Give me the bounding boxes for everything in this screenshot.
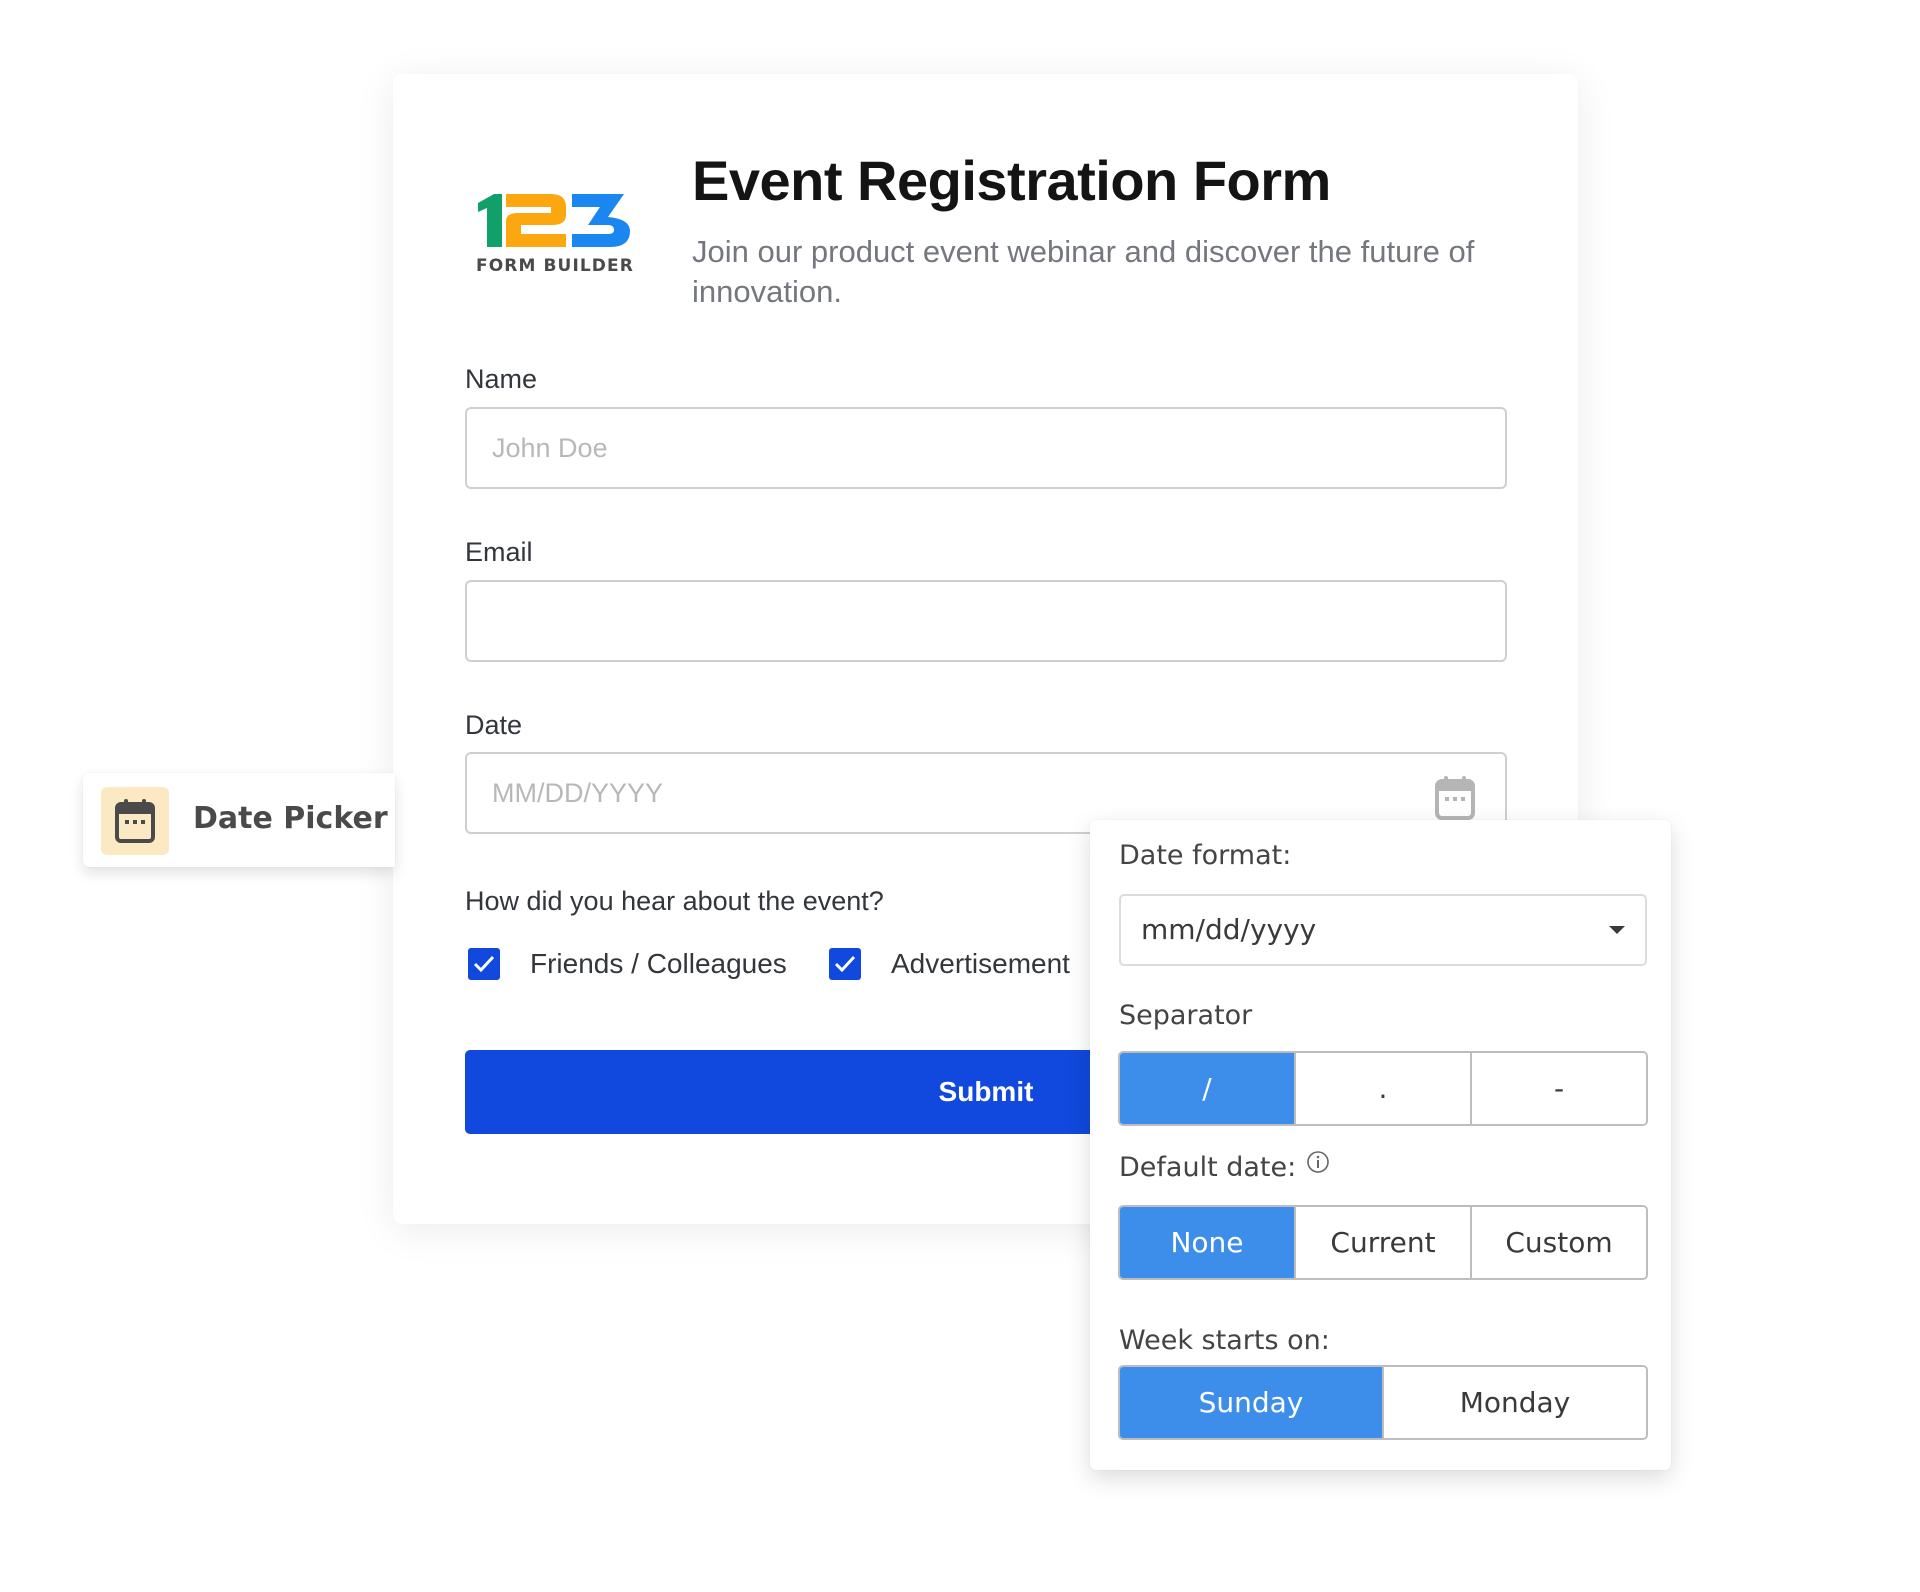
checkbox-label: Advertisement — [891, 948, 1070, 979]
chevron-down-icon — [1609, 926, 1625, 934]
logo-wordmark: FORM BUILDER — [476, 256, 634, 276]
date-picker-label: Date Picker — [193, 801, 388, 836]
separator-label: Separator — [1119, 1000, 1253, 1031]
week-start-option-sunday[interactable]: Sunday — [1120, 1367, 1382, 1438]
date-placeholder: MM/DD/YYYY — [492, 778, 664, 808]
date-format-value: mm/dd/yyyy — [1141, 913, 1317, 946]
date-format-label: Date format: — [1119, 840, 1292, 871]
checkbox-advertisement[interactable]: Advertisement — [829, 948, 1070, 980]
email-label: Email — [465, 537, 533, 567]
checkbox-checked[interactable] — [468, 948, 500, 980]
date-format-select[interactable]: mm/dd/yyyy — [1119, 894, 1647, 966]
form-builder-logo: FORM BUILDER — [476, 193, 634, 277]
info-icon[interactable] — [1306, 1150, 1330, 1179]
default-date-segmented-control: None Current Custom — [1118, 1205, 1648, 1280]
page-title: Event Registration Form — [692, 149, 1331, 212]
default-date-option-current[interactable]: Current — [1294, 1207, 1470, 1278]
separator-option-dash[interactable]: - — [1470, 1053, 1646, 1124]
separator-option-slash[interactable]: / — [1120, 1053, 1294, 1124]
default-date-option-none[interactable]: None — [1120, 1207, 1294, 1278]
date-label: Date — [465, 710, 523, 740]
week-start-label: Week starts on: — [1119, 1325, 1330, 1356]
separator-segmented-control: / . - — [1118, 1051, 1648, 1126]
question-label: How did you hear about the event? — [465, 886, 884, 916]
name-placeholder: John Doe — [492, 433, 608, 463]
calendar-icon — [101, 787, 169, 855]
name-label: Name — [465, 364, 538, 394]
checkbox-checked[interactable] — [829, 948, 861, 980]
checkbox-friends-colleagues[interactable]: Friends / Colleagues — [468, 948, 787, 980]
email-input[interactable] — [465, 580, 1507, 662]
separator-option-dot[interactable]: . — [1294, 1053, 1470, 1124]
date-picker-field-tag[interactable]: Date Picker — [83, 773, 395, 867]
logo-123-icon — [478, 194, 630, 247]
checkbox-label: Friends / Colleagues — [530, 948, 787, 979]
week-start-option-monday[interactable]: Monday — [1382, 1367, 1646, 1438]
week-start-segmented-control: Sunday Monday — [1118, 1365, 1648, 1440]
default-date-label: Default date: — [1119, 1152, 1297, 1183]
name-input[interactable]: John Doe — [465, 407, 1507, 489]
checkmark-icon — [473, 955, 495, 973]
checkmark-icon — [834, 955, 856, 973]
default-date-option-custom[interactable]: Custom — [1470, 1207, 1646, 1278]
date-settings-popover: Date format: mm/dd/yyyy Separator / . - … — [1090, 820, 1671, 1470]
page-subtitle: Join our product event webinar and disco… — [692, 234, 1475, 309]
